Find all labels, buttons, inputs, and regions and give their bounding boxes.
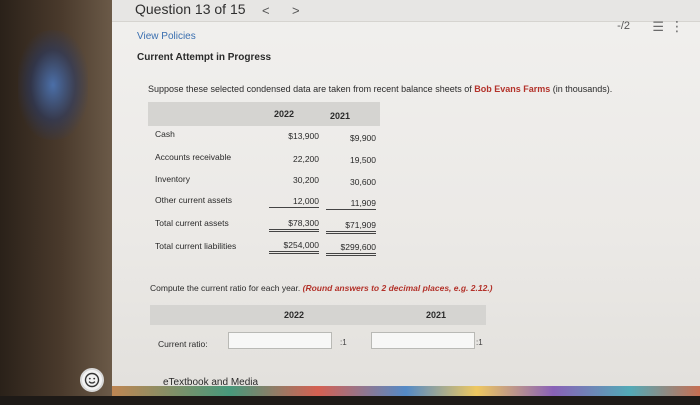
next-question-icon[interactable]: >	[292, 3, 300, 18]
prompt-units: (in thousands).	[550, 84, 613, 94]
more-options-icon[interactable]: ⋮	[670, 18, 684, 35]
cell-cash-2022: $13,900	[288, 131, 319, 141]
company-name: Bob Evans Farms	[474, 84, 551, 94]
question-header: Question 13 of 15 < >	[112, 0, 700, 22]
attempt-status: Current Attempt in Progress	[137, 52, 272, 63]
cell-tcl-2021: $299,600	[326, 242, 376, 256]
cell-ar-2022: 22,200	[293, 154, 319, 164]
ratio-suffix-2021: :1	[476, 338, 483, 347]
ratio-suffix-2022: :1	[340, 338, 347, 347]
answer-column-2022: 2022	[284, 310, 305, 320]
problem-prompt: Suppose these selected condensed data ar…	[148, 84, 612, 94]
previous-question-icon[interactable]: <	[262, 3, 270, 18]
answer-section: 2022 2021 Current ratio: :1 :1	[150, 305, 486, 353]
current-ratio-label: Current ratio:	[158, 339, 208, 349]
score-indicator: -/2	[617, 20, 630, 32]
cell-tca-2021: $71,909	[326, 220, 376, 234]
question-number: Question 13 of 15	[135, 1, 246, 17]
column-header-2021: 2021	[329, 111, 351, 121]
row-label-accounts-receivable: Accounts receivable	[155, 152, 232, 162]
smile-icon	[84, 372, 100, 388]
cell-tca-2022: $78,300	[269, 218, 319, 232]
desk-background	[0, 0, 112, 405]
row-label-inventory: Inventory	[155, 174, 190, 184]
cell-other-2022: 12,000	[269, 196, 319, 208]
cell-ar-2021: 19,500	[350, 155, 376, 165]
browser-screen: Question 13 of 15 < > -/2 ☰ ⋮ View Polic…	[112, 0, 700, 398]
current-ratio-2021-input[interactable]	[371, 332, 475, 349]
current-ratio-2022-input[interactable]	[228, 332, 332, 349]
answer-column-2021: 2021	[426, 310, 447, 320]
row-label-other-current-assets: Other current assets	[155, 195, 233, 205]
row-label-cash: Cash	[155, 129, 175, 139]
cell-inventory-2021: 30,600	[350, 177, 376, 187]
support-chat-icon[interactable]	[80, 368, 104, 392]
column-header-2022: 2022	[273, 109, 295, 119]
monitor-bezel	[0, 396, 700, 405]
compute-instruction: Compute the current ratio for each year.…	[150, 283, 493, 293]
compute-text: Compute the current ratio for each year.	[150, 283, 303, 293]
blue-glow-decoration	[18, 30, 88, 140]
row-label-total-current-liabilities: Total current liabilities	[155, 241, 237, 251]
cell-cash-2021: $9,900	[350, 133, 376, 143]
view-policies-link[interactable]: View Policies	[137, 31, 196, 42]
cell-other-2021: 11,909	[326, 198, 376, 210]
prompt-text: Suppose these selected condensed data ar…	[148, 84, 475, 94]
cell-inventory-2022: 30,200	[293, 175, 319, 185]
row-label-total-current-assets: Total current assets	[155, 218, 229, 228]
cell-tcl-2022: $254,000	[269, 240, 319, 254]
rounding-hint: (Round answers to 2 decimal places, e.g.…	[302, 283, 493, 293]
question-list-icon[interactable]: ☰	[652, 19, 664, 35]
